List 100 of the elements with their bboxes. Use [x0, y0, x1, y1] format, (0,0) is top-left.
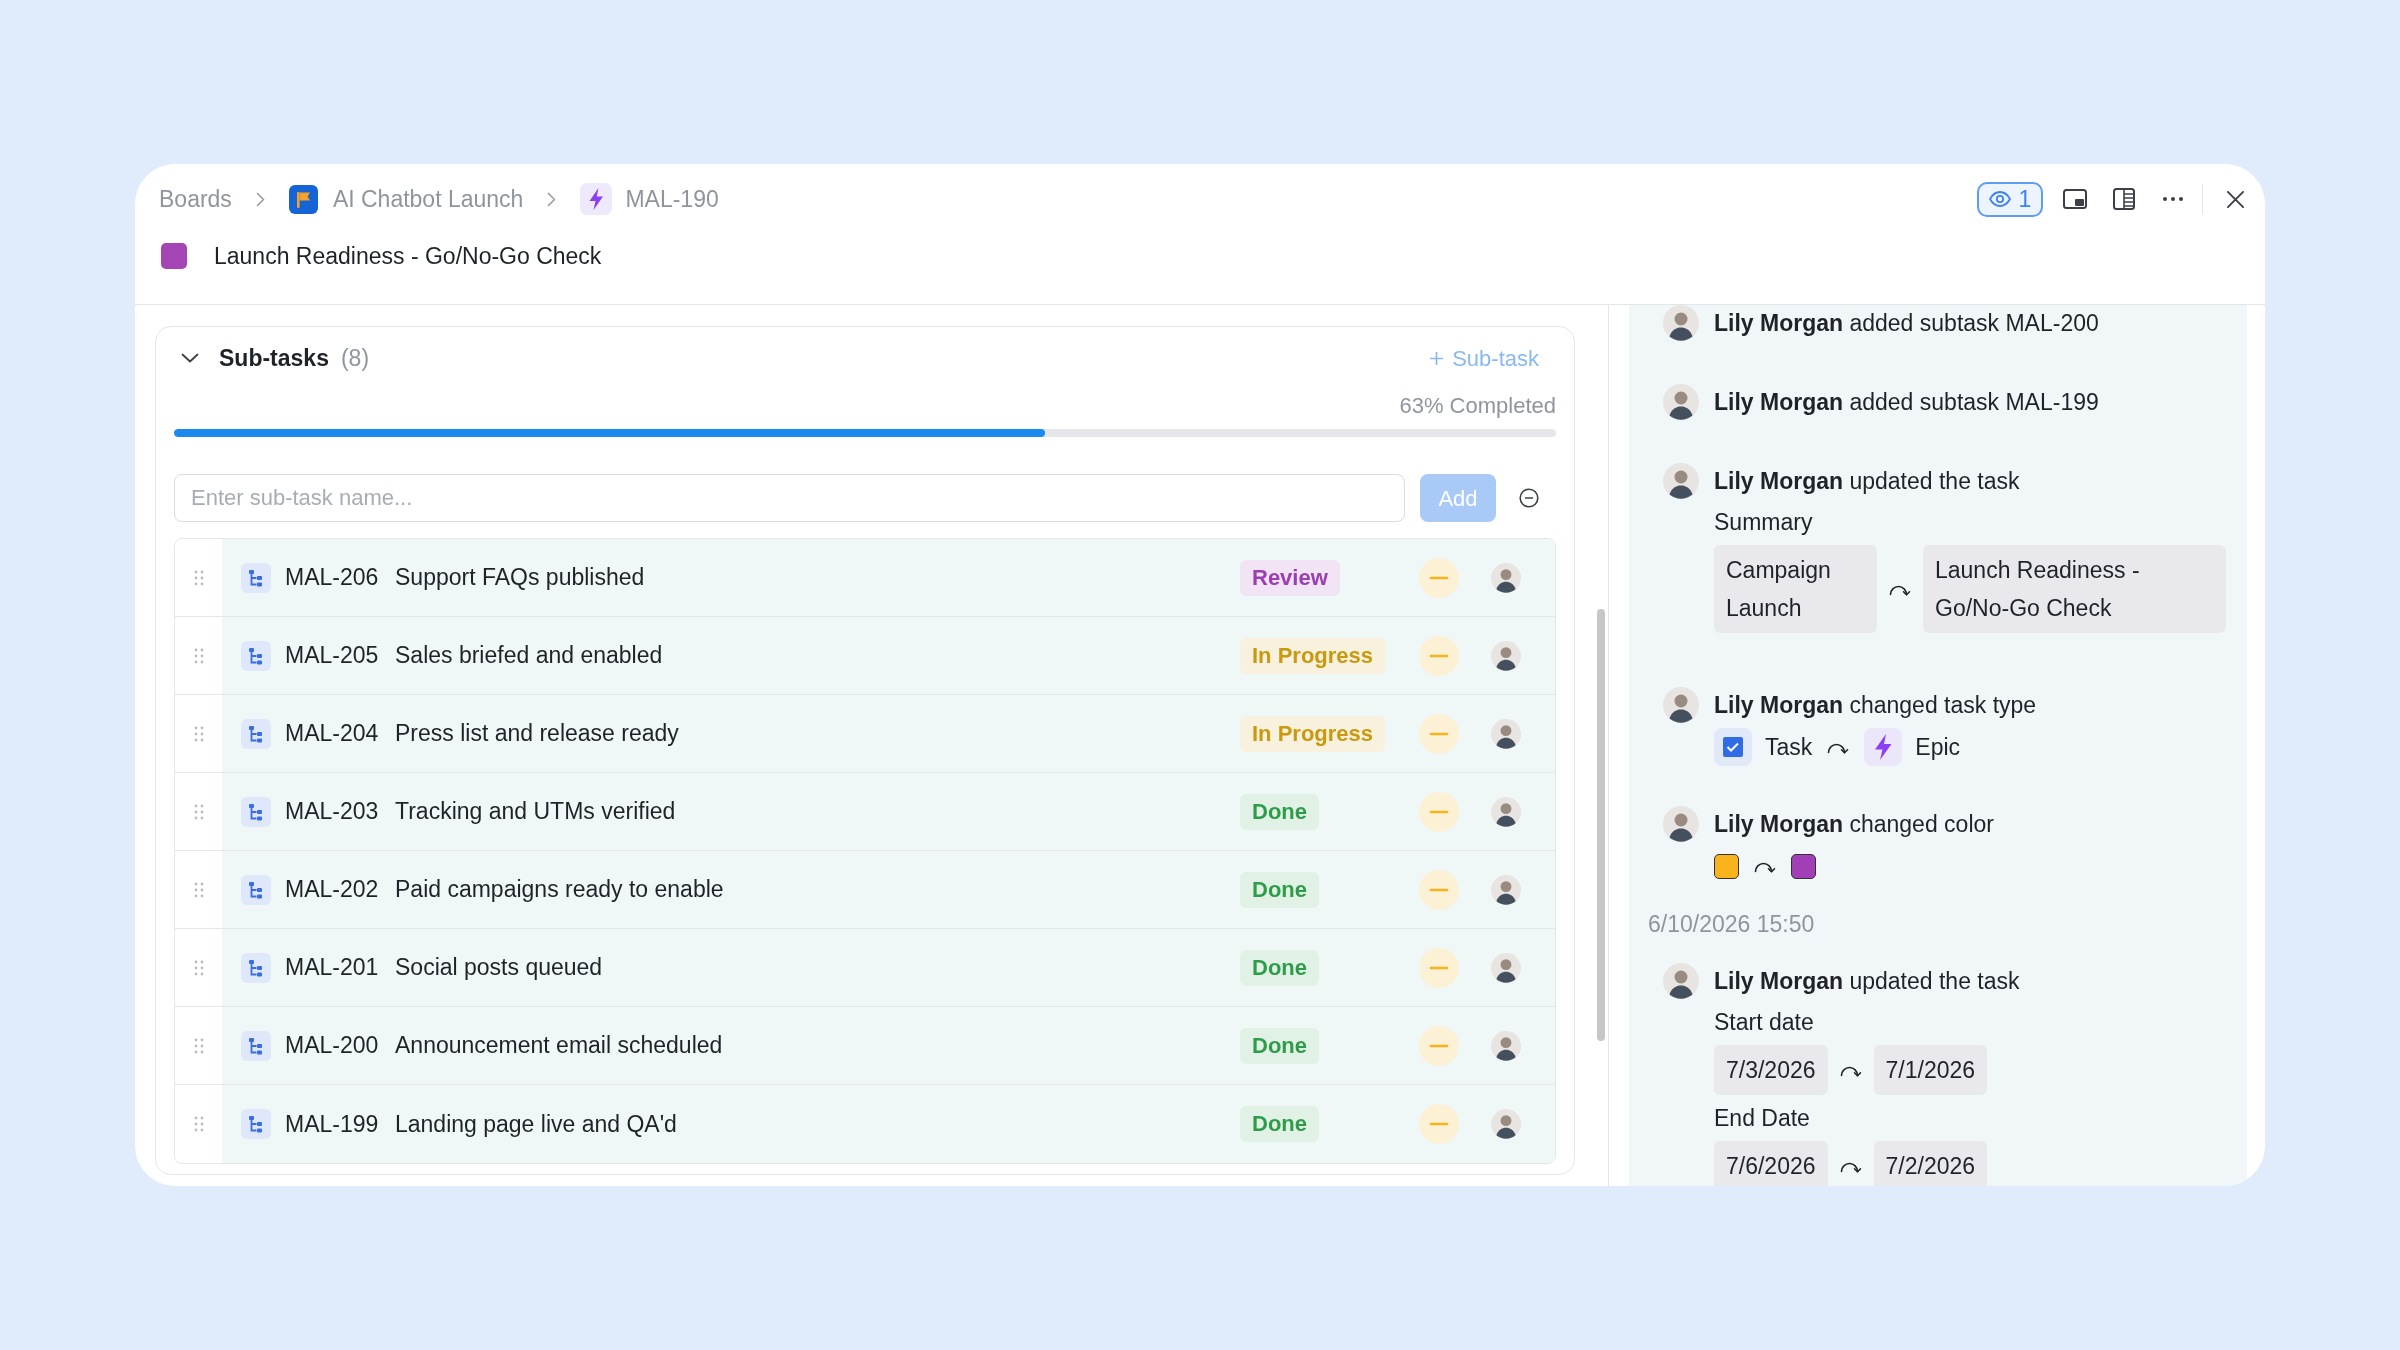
- eye-icon: [1988, 191, 2011, 207]
- subtask-row[interactable]: MAL-204 Press list and release ready In Progress: [175, 695, 1555, 773]
- drag-handle-icon[interactable]: [193, 959, 204, 976]
- subtask-row[interactable]: MAL-203 Tracking and UTMs verified Done: [175, 773, 1555, 851]
- tree-icon: [241, 796, 271, 827]
- avatar-icon[interactable]: [1491, 952, 1521, 983]
- activity-text: Lily Morgan updated the task: [1714, 967, 2020, 996]
- activity-text: Lily Morgan added subtask MAL-200: [1714, 309, 2099, 338]
- subtask-id[interactable]: MAL-202: [285, 876, 379, 903]
- plus-icon: [1429, 350, 1445, 366]
- field-label: End Date: [1714, 1104, 1810, 1133]
- lightning-icon: [1864, 728, 1903, 766]
- avatar-icon: [1663, 384, 1699, 420]
- value-chip: Launch Readiness - Go/No-Go Check: [1923, 545, 2226, 633]
- avatar-icon[interactable]: [1491, 1030, 1521, 1061]
- drag-handle-icon[interactable]: [193, 1037, 204, 1054]
- dash-circle-icon[interactable]: [1419, 557, 1459, 598]
- subtask-id[interactable]: MAL-205: [285, 642, 379, 669]
- subtask-id[interactable]: MAL-201: [285, 954, 379, 981]
- subtask-count: (8): [340, 343, 370, 373]
- drag-handle-icon[interactable]: [193, 803, 204, 820]
- tree-icon: [241, 1109, 271, 1139]
- lightning-icon: [580, 183, 613, 215]
- subtask-id[interactable]: MAL-200: [285, 1032, 379, 1059]
- dash-circle-icon[interactable]: [1419, 635, 1459, 676]
- field-label: Summary: [1714, 508, 1813, 537]
- value-chip: Campaign Launch: [1714, 545, 1877, 633]
- tree-icon: [241, 640, 271, 671]
- subtask-title[interactable]: Support FAQs published: [395, 564, 645, 591]
- subtask-id[interactable]: MAL-204: [285, 720, 379, 747]
- avatar-icon[interactable]: [1491, 874, 1521, 905]
- dash-circle-icon[interactable]: [1419, 713, 1459, 754]
- avatar-icon: [1663, 963, 1699, 999]
- subtask-row[interactable]: MAL-200 Announcement email scheduled Done: [175, 1007, 1555, 1085]
- subtask-title[interactable]: Landing page live and QA'd: [395, 1110, 677, 1137]
- dash-circle-icon[interactable]: [1419, 947, 1459, 988]
- subtask-row[interactable]: MAL-202 Paid campaigns ready to enable Done: [175, 851, 1555, 929]
- tree-icon: [241, 952, 271, 983]
- dash-circle-icon[interactable]: [1419, 791, 1459, 832]
- subtask-title[interactable]: Announcement email scheduled: [395, 1032, 723, 1059]
- value-chip: 7/2/2026: [1873, 1141, 1988, 1186]
- subtask-row[interactable]: MAL-201 Social posts queued Done: [175, 929, 1555, 1007]
- drag-handle-icon[interactable]: [193, 725, 204, 742]
- scrollbar-thumb[interactable]: [1597, 609, 1605, 1041]
- activity-text: Lily Morgan changed task type: [1714, 691, 2037, 720]
- progress-label: 63% Completed: [1399, 392, 1556, 420]
- dash-circle-icon[interactable]: [1419, 869, 1459, 910]
- subtask-name-input[interactable]: Enter sub-task name...: [174, 474, 1405, 522]
- subtask-row[interactable]: MAL-206 Support FAQs published Review: [175, 539, 1555, 617]
- tree-icon: [241, 1030, 271, 1061]
- type-label: Epic: [1915, 732, 1961, 762]
- section-title: Sub-tasks: [219, 343, 329, 373]
- drag-handle-icon[interactable]: [193, 881, 204, 898]
- drag-handle-icon[interactable]: [193, 1116, 204, 1132]
- avatar-icon: [1663, 687, 1699, 723]
- tree-icon: [241, 562, 271, 593]
- dash-circle-icon[interactable]: [1419, 1104, 1459, 1144]
- subtask-title[interactable]: Tracking and UTMs verified: [395, 798, 676, 825]
- more-icon[interactable]: [2163, 197, 2183, 201]
- color-swatch-icon[interactable]: [161, 243, 187, 269]
- flag-icon: [288, 184, 318, 214]
- close-icon[interactable]: [2226, 189, 2245, 209]
- subtask-row[interactable]: MAL-205 Sales briefed and enabled In Progress: [175, 617, 1555, 695]
- subtask-row[interactable]: MAL-199 Landing page live and QA'd Done: [175, 1085, 1555, 1163]
- tree-icon: [241, 718, 271, 749]
- subtask-title[interactable]: Press list and release ready: [395, 720, 679, 747]
- value-chip: 7/3/2026: [1714, 1045, 1828, 1095]
- window-icon[interactable]: [2063, 189, 2087, 209]
- avatar-icon[interactable]: [1491, 640, 1521, 671]
- minus-circle-icon[interactable]: [1519, 488, 1539, 508]
- chevron-right-icon: [255, 191, 265, 207]
- avatar-icon: [1663, 463, 1699, 499]
- subtask-title[interactable]: Sales briefed and enabled: [395, 642, 663, 669]
- avatar-icon: [1663, 806, 1699, 842]
- activity-text: Lily Morgan added subtask MAL-199: [1714, 388, 2099, 417]
- task-title: Launch Readiness - Go/No-Go Check: [214, 241, 602, 271]
- subtask-title[interactable]: Paid campaigns ready to enable: [395, 876, 724, 903]
- drag-handle-icon[interactable]: [193, 569, 204, 586]
- subtask-id[interactable]: MAL-203: [285, 798, 379, 825]
- activity-text: Lily Morgan updated the task: [1714, 467, 2020, 496]
- avatar-icon[interactable]: [1491, 562, 1521, 593]
- timestamp: 6/10/2026 15:50: [1648, 911, 1815, 937]
- type-label: Task: [1765, 732, 1813, 762]
- status-badge[interactable]: Review: [1240, 559, 1340, 596]
- avatar-icon[interactable]: [1491, 718, 1521, 749]
- subtask-id[interactable]: MAL-206: [285, 564, 379, 591]
- drag-handle-icon[interactable]: [193, 647, 204, 664]
- avatar-icon[interactable]: [1491, 796, 1521, 827]
- chevron-right-icon: [547, 191, 557, 207]
- subtask-id[interactable]: MAL-199: [285, 1110, 379, 1137]
- panel-icon[interactable]: [2113, 188, 2135, 210]
- dash-circle-icon[interactable]: [1419, 1025, 1459, 1066]
- checkbox-icon: [1714, 728, 1752, 766]
- activity-text: Lily Morgan changed color: [1714, 810, 1994, 839]
- subtask-title[interactable]: Social posts queued: [395, 954, 603, 981]
- value-chip: 7/1/2026: [1873, 1045, 1988, 1095]
- field-label: Start date: [1714, 1008, 1814, 1037]
- tree-icon: [241, 874, 271, 905]
- avatar-icon[interactable]: [1491, 1109, 1521, 1139]
- chevron-down-icon[interactable]: [181, 353, 199, 363]
